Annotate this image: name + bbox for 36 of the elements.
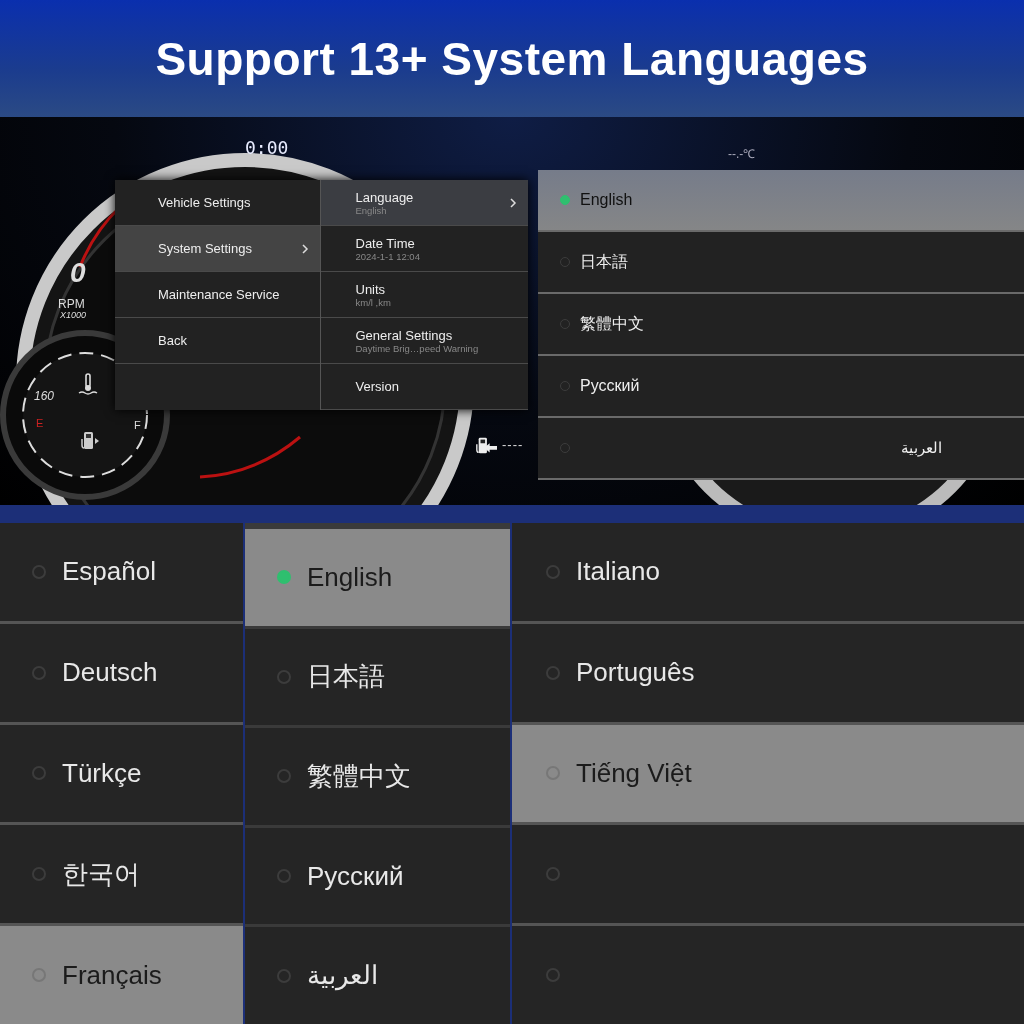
rpm-scale-label: X1000 [60,310,87,320]
language-option[interactable]: Deutsch [0,623,243,722]
language-option[interactable]: English [538,170,1024,232]
menu-item[interactable]: Vehicle Settings [115,180,320,226]
language-option[interactable]: 繁體中文 [245,728,510,825]
submenu-item[interactable]: Version [320,364,528,410]
language-option[interactable]: Español [0,523,243,621]
language-option[interactable] [512,825,1024,924]
language-option[interactable] [512,926,1024,1024]
rpm-label: RPM [58,297,85,311]
language-option[interactable]: Tiếng Việt [512,724,1024,823]
language-option[interactable]: Italiano [512,523,1024,621]
language-option[interactable]: العربية [245,927,510,1024]
language-option[interactable]: Français [0,926,243,1024]
fuel-range-reading: ---- [502,437,524,452]
language-option[interactable]: Русский [245,827,510,925]
fuel-full-mark: F [134,419,141,431]
rpm-reading: 0 [70,257,86,289]
thermometer-icon [76,372,100,396]
clock-text: 0:00 [245,137,289,158]
language-option[interactable]: 한국어 [0,825,243,924]
menu-item[interactable]: System Settings [115,226,320,272]
language-option[interactable]: English [245,529,510,626]
submenu-item[interactable]: Date Time 2024-1-1 12:04 [320,226,528,272]
headline: Support 13+ System Languages [155,31,869,86]
language-option[interactable]: Português [512,623,1024,722]
submenu-item[interactable]: Units km/l ,km [320,272,528,318]
gauge-scale-number: 160 [34,389,55,403]
outside-temperature: --.-℃ [728,146,756,162]
menu-item[interactable]: Back [115,318,320,364]
language-option[interactable]: Türkçe [0,724,243,823]
submenu-item[interactable]: General Settings Daytime Brig…peed Warning [320,318,528,364]
fuel-empty-mark: E [36,417,44,429]
menu-item[interactable]: Maintenance Service [115,272,320,318]
language-option[interactable]: 日本語 [245,628,510,726]
submenu-item[interactable]: Language English [320,180,528,226]
